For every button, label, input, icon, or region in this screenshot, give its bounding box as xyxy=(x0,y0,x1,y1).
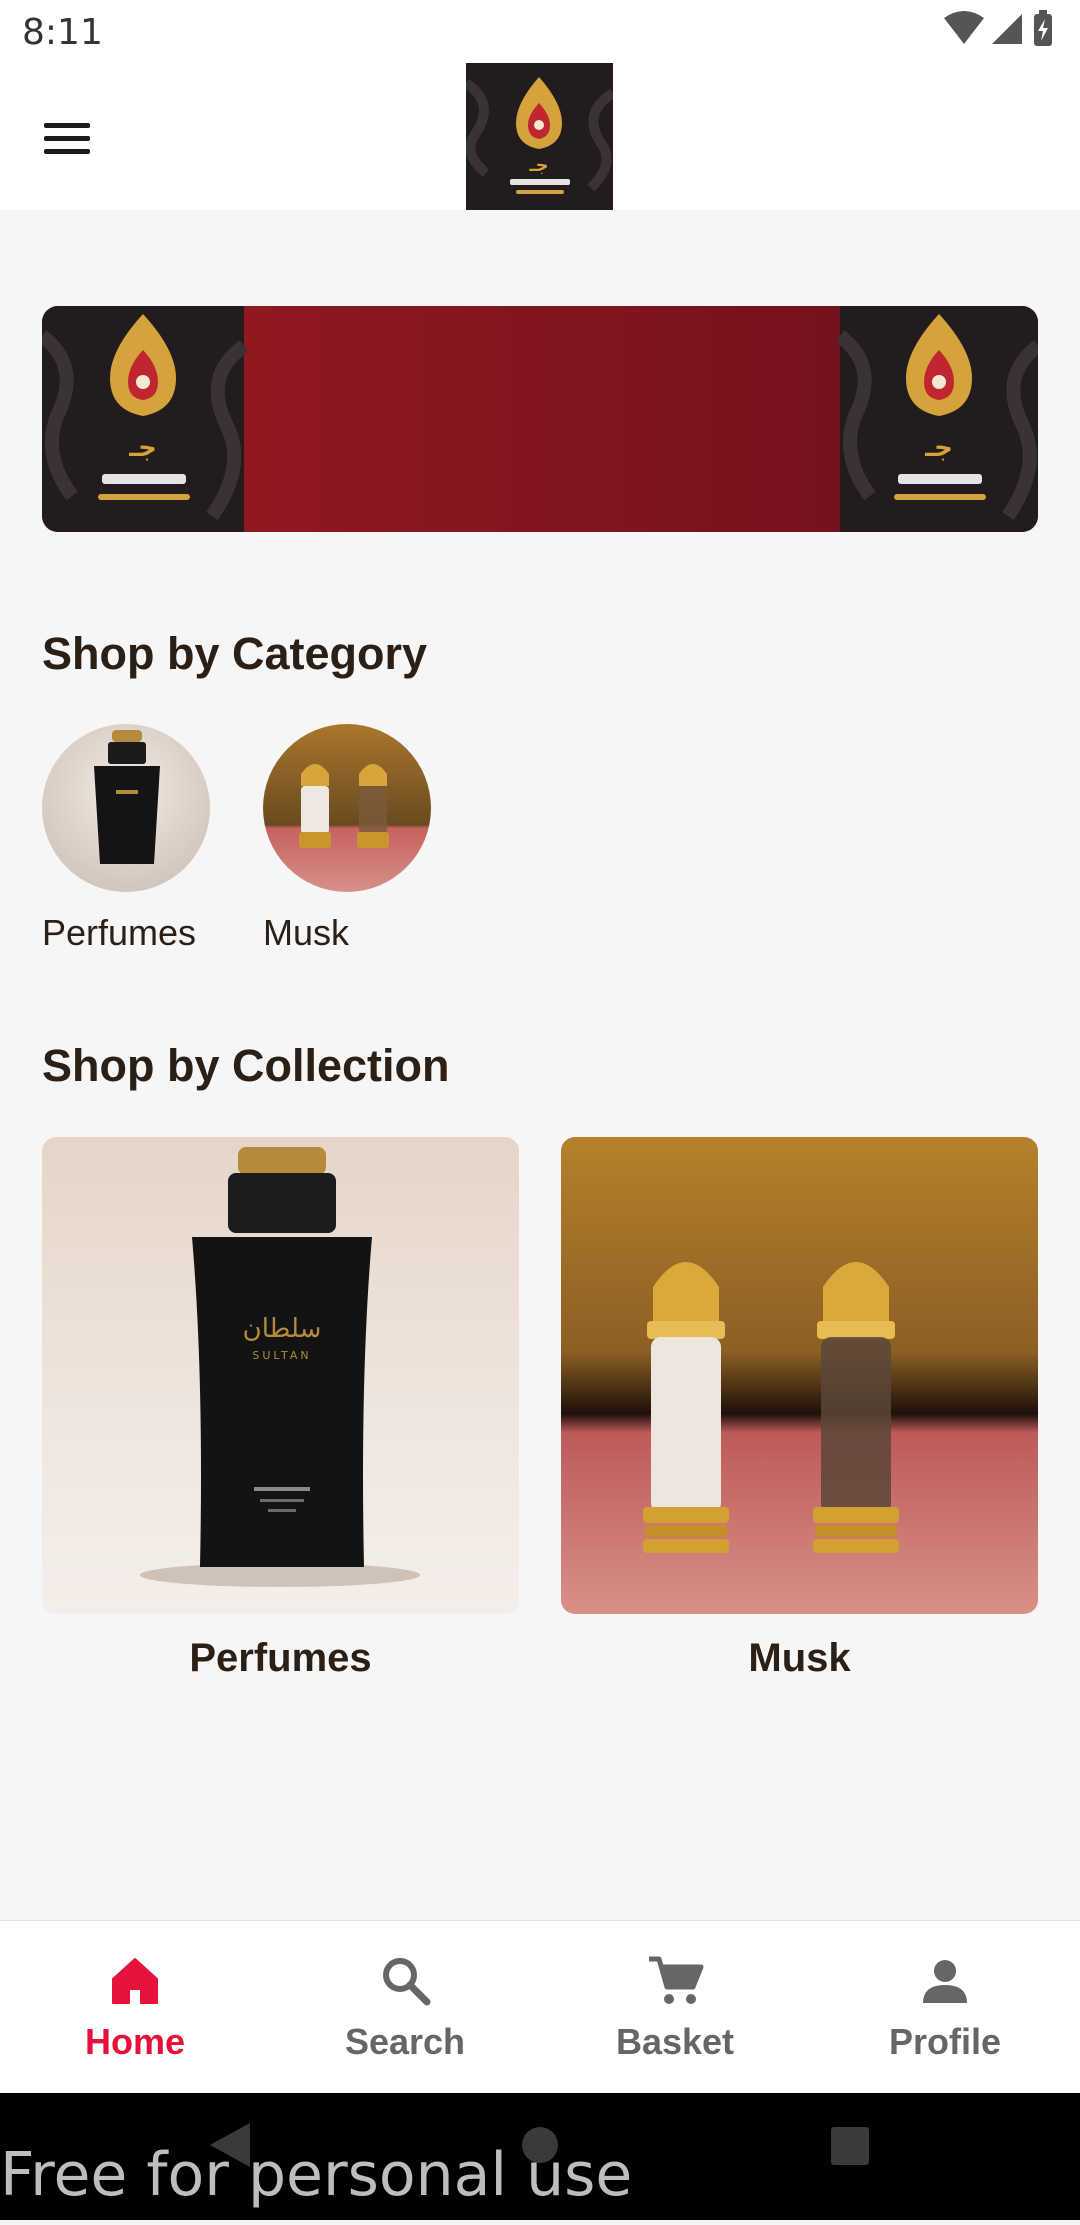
status-bar: 8:11 xyxy=(0,0,1080,63)
banner-logo-right: جـ xyxy=(835,306,1038,532)
cart-icon xyxy=(649,1956,704,2004)
person-icon xyxy=(923,1960,967,2003)
collection-image-perfumes: سلطان SULTAN xyxy=(42,1137,519,1614)
svg-text:SULTAN: SULTAN xyxy=(252,1349,311,1362)
brand-logo[interactable]: جـ xyxy=(463,63,616,210)
category-section-title: Shop by Category xyxy=(42,628,428,679)
collection-card-musk[interactable]: Musk xyxy=(561,1137,1038,1681)
signal-icon xyxy=(992,14,1022,44)
svg-text:جـ: جـ xyxy=(924,433,953,463)
nav-label-search: Search xyxy=(344,2021,466,2062)
nav-item-profile[interactable]: Profile xyxy=(810,1921,1080,2094)
svg-text:سلطان: سلطان xyxy=(243,1314,322,1344)
wifi-icon xyxy=(944,11,984,44)
collection-image-musk xyxy=(561,1137,1038,1614)
svg-text:جـ: جـ xyxy=(128,433,157,463)
bottom-nav: Home Search Basket Profile xyxy=(0,1920,1080,2094)
status-icons xyxy=(942,10,1062,54)
collection-section-title: Shop by Collection xyxy=(42,1040,450,1091)
nav-item-search[interactable]: Search xyxy=(270,1921,540,2094)
promo-banner[interactable]: جـ جـ xyxy=(42,306,1038,532)
collection-card-perfumes[interactable]: سلطان SULTAN Perfumes xyxy=(42,1137,519,1681)
category-item-musk[interactable]: Musk xyxy=(263,724,433,954)
search-icon xyxy=(383,1958,431,2006)
battery-icon xyxy=(1034,10,1052,46)
banner-logo-left: جـ xyxy=(42,306,249,532)
nav-label-home: Home xyxy=(84,2021,186,2062)
watermark-text: Free for personal use xyxy=(0,2140,633,2210)
collection-label-perfumes: Perfumes xyxy=(189,1636,372,1680)
collection-label-musk: Musk xyxy=(748,1636,851,1680)
nav-label-profile: Profile xyxy=(888,2021,1002,2062)
hamburger-icon xyxy=(44,123,90,154)
status-time: 8:11 xyxy=(22,12,103,53)
recents-icon[interactable] xyxy=(831,2127,869,2165)
category-label-perfumes: Perfumes xyxy=(42,912,197,953)
nav-item-basket[interactable]: Basket xyxy=(540,1921,810,2094)
menu-button[interactable] xyxy=(38,113,98,163)
nav-label-basket: Basket xyxy=(615,2021,735,2062)
category-image-perfumes xyxy=(42,724,210,892)
app-bar: جـ xyxy=(0,63,1080,210)
category-item-perfumes[interactable]: Perfumes xyxy=(42,724,212,954)
home-icon xyxy=(112,1958,158,2004)
nav-item-home[interactable]: Home xyxy=(0,1921,270,2094)
category-image-musk xyxy=(263,724,431,892)
category-label-musk: Musk xyxy=(263,912,350,953)
svg-text:جـ: جـ xyxy=(528,155,548,176)
